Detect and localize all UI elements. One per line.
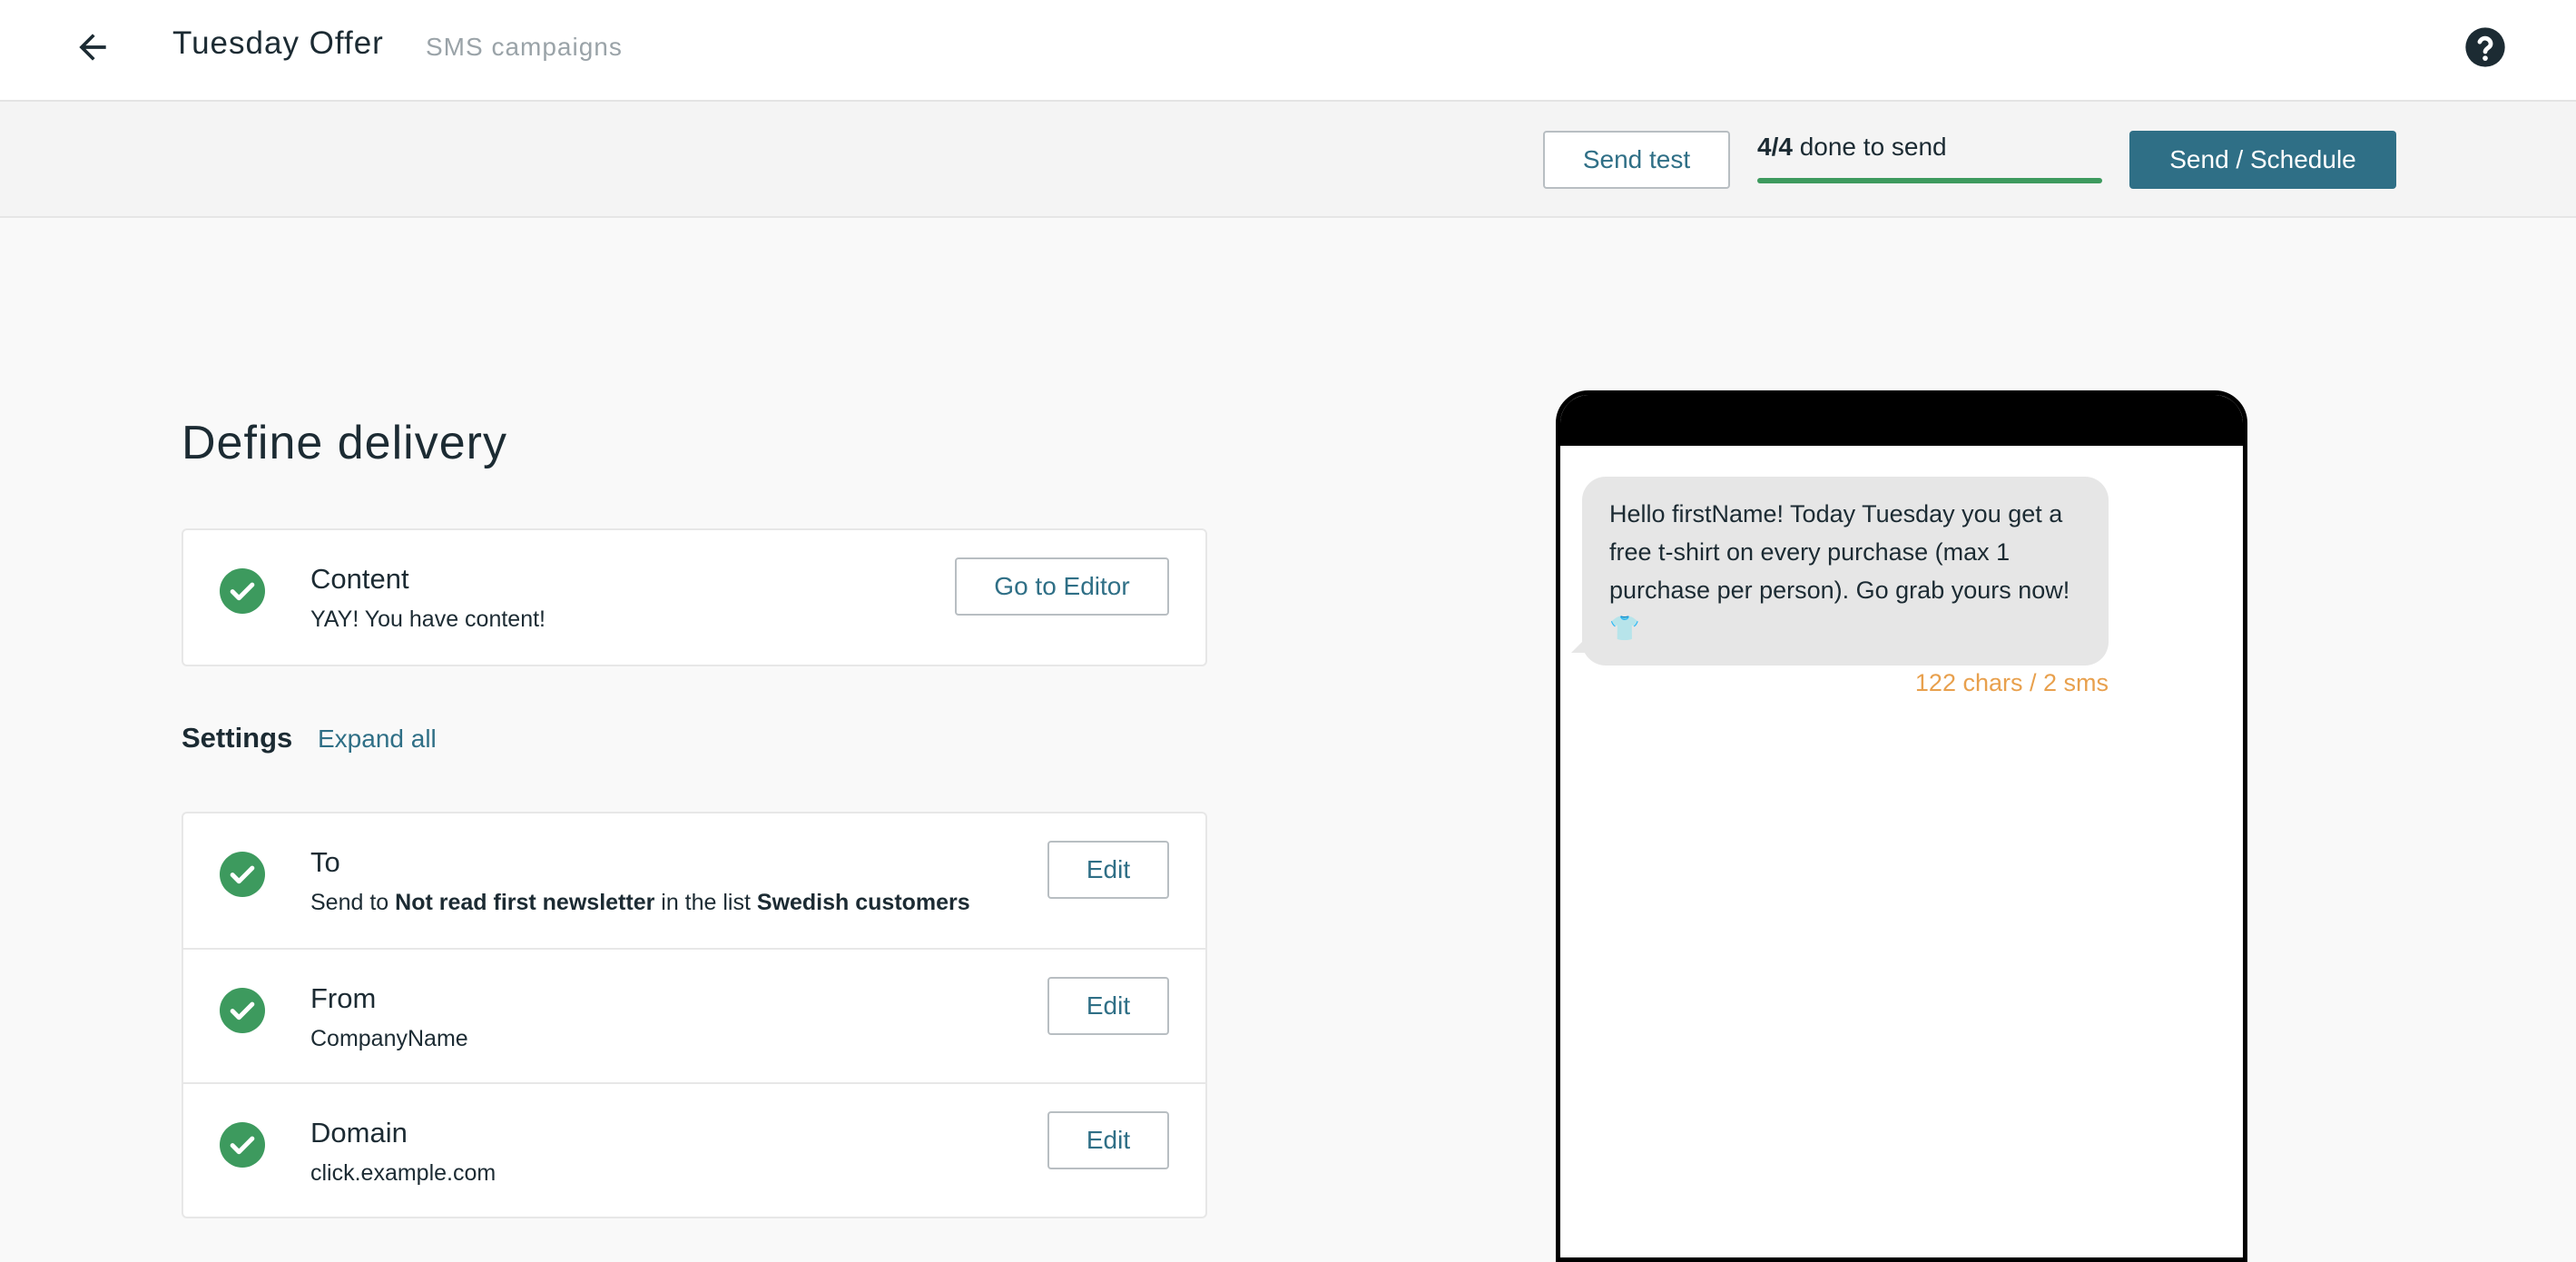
to-desc: Send to Not read first newsletter in the… xyxy=(310,890,970,916)
to-title: To xyxy=(310,846,340,878)
progress-count: 4/4 xyxy=(1757,133,1793,161)
back-button[interactable] xyxy=(65,20,120,74)
page-subtitle: SMS campaigns xyxy=(426,33,623,61)
send-schedule-button[interactable]: Send / Schedule xyxy=(2129,131,2396,189)
edit-to-button[interactable]: Edit xyxy=(1047,841,1169,899)
settings-row-domain: Domain click.example.com Edit xyxy=(183,1082,1205,1217)
content-desc: YAY! You have content! xyxy=(310,606,546,632)
to-desc-mid: in the list xyxy=(654,890,757,915)
send-test-button[interactable]: Send test xyxy=(1543,131,1730,189)
progress-bar xyxy=(1757,178,2102,183)
arrow-left-icon xyxy=(79,34,106,61)
settings-label: Settings xyxy=(182,722,293,754)
domain-desc: click.example.com xyxy=(310,1160,497,1186)
edit-domain-button[interactable]: Edit xyxy=(1047,1111,1169,1169)
progress-bar-fill xyxy=(1757,178,2102,183)
action-bar: Send test 4/4 done to send Send / Schedu… xyxy=(0,102,2576,218)
char-count: 122 chars / 2 sms xyxy=(1914,669,2109,696)
settings-card: To Send to Not read first newsletter in … xyxy=(182,812,1207,1218)
phone-preview: Hello firstName! Today Tuesday you get a… xyxy=(1556,390,2247,1262)
domain-title: Domain xyxy=(310,1117,408,1149)
top-bar: Tuesday Offer SMS campaigns xyxy=(0,0,2576,102)
bubble-tail xyxy=(1571,633,1591,653)
edit-from-button[interactable]: Edit xyxy=(1047,977,1169,1035)
expand-all-link[interactable]: Expand all xyxy=(318,725,437,754)
check-circle-icon xyxy=(220,1122,265,1168)
settings-row-to: To Send to Not read first newsletter in … xyxy=(183,813,1205,948)
progress-label: 4/4 done to send xyxy=(1757,133,1947,162)
section-heading: Define delivery xyxy=(182,417,507,469)
to-segment-name: Not read first newsletter xyxy=(395,890,655,915)
from-title: From xyxy=(310,982,377,1014)
phone-status-bar xyxy=(1560,395,2243,446)
check-circle-icon xyxy=(220,988,265,1033)
to-desc-prefix: Send to xyxy=(310,890,396,915)
check-circle-icon xyxy=(220,852,265,897)
content-card: Content YAY! You have content! Go to Edi… xyxy=(182,528,1207,666)
content-row: Content YAY! You have content! Go to Edi… xyxy=(183,530,1205,665)
settings-row-from: From CompanyName Edit xyxy=(183,948,1205,1082)
from-desc: CompanyName xyxy=(310,1026,468,1051)
page-title: Tuesday Offer xyxy=(172,25,384,61)
help-circle-icon xyxy=(2465,27,2505,67)
progress-text: done to send xyxy=(1792,133,1947,161)
check-circle-icon xyxy=(220,568,265,614)
go-to-editor-button[interactable]: Go to Editor xyxy=(955,557,1169,616)
to-list-name: Swedish customers xyxy=(756,890,970,915)
help-button[interactable] xyxy=(2462,24,2509,71)
sms-message-bubble: Hello firstName! Today Tuesday you get a… xyxy=(1582,477,2109,666)
content-title: Content xyxy=(310,563,409,595)
